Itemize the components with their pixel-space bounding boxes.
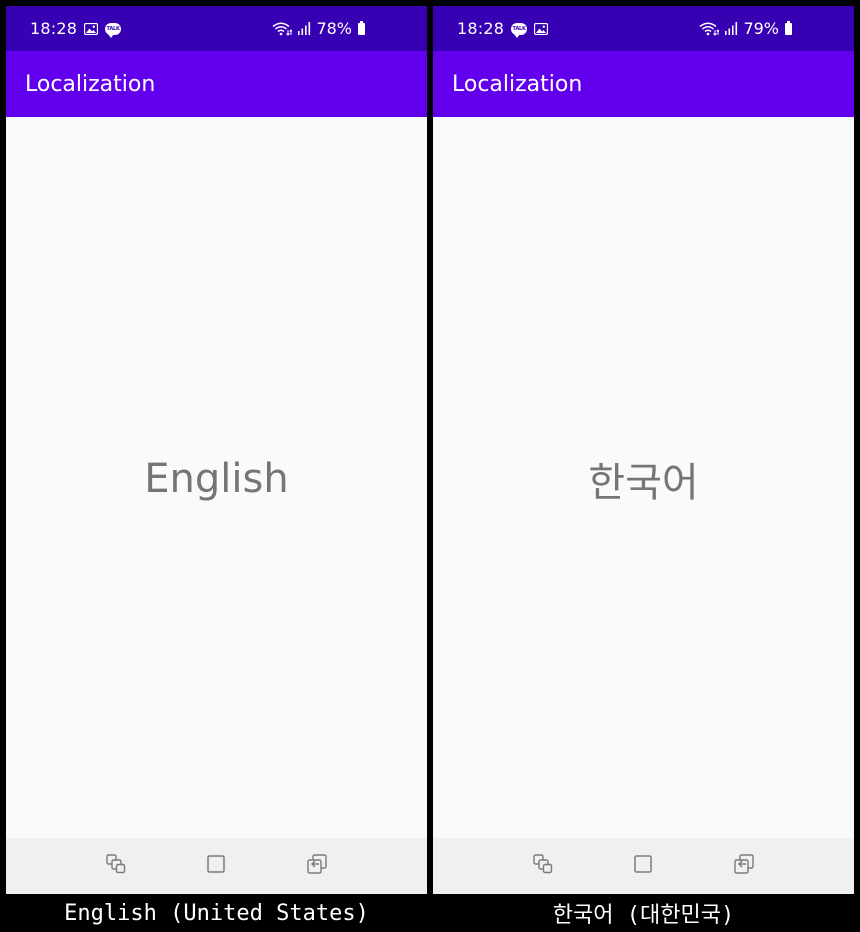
talk-label: TALK — [105, 22, 122, 38]
wifi-icon — [272, 22, 293, 36]
app-bar: Localization — [433, 51, 854, 117]
talk-icon: TALK — [105, 22, 122, 38]
talk-icon: TALK — [511, 22, 528, 38]
phone-screen-korean: 18:28 TALK 79% Localization 한국어 — [433, 6, 854, 894]
status-left-group: 18:28 TALK — [30, 6, 122, 51]
phone-screen-english: 18:28 TALK 78% Localization English — [6, 6, 427, 894]
home-icon — [633, 854, 653, 878]
recent-apps-icon — [532, 853, 554, 879]
app-bar-title: Localization — [25, 71, 156, 97]
language-text: 한국어 — [588, 459, 699, 506]
status-right-group: 78% — [272, 6, 365, 51]
battery-percent: 78% — [316, 19, 352, 38]
battery-icon — [358, 20, 365, 35]
caption-korean: 한국어 (대한민국) — [552, 903, 735, 928]
image-icon — [534, 22, 549, 35]
back-button[interactable] — [724, 846, 764, 886]
signal-icon — [724, 22, 738, 35]
status-time: 18:28 — [457, 19, 505, 38]
talk-label: TALK — [511, 22, 528, 38]
battery-percent: 79% — [743, 19, 779, 38]
status-right-group: 79% — [699, 6, 792, 51]
language-text: English — [144, 455, 289, 502]
back-button[interactable] — [297, 846, 337, 886]
back-icon — [733, 853, 755, 879]
status-time: 18:28 — [30, 19, 78, 38]
main-content: 한국어 — [433, 117, 854, 838]
recent-apps-icon — [105, 853, 127, 879]
status-bar: 18:28 TALK — [433, 6, 854, 51]
signal-icon — [297, 22, 311, 35]
navigation-bar — [6, 838, 427, 894]
wifi-icon — [699, 22, 720, 36]
navigation-bar — [433, 838, 854, 894]
home-button[interactable] — [196, 846, 236, 886]
app-bar-title: Localization — [452, 71, 583, 97]
image-icon — [84, 22, 99, 35]
app-bar: Localization — [6, 51, 427, 117]
status-bar: 18:28 TALK — [6, 6, 427, 51]
status-left-group: 18:28 TALK — [457, 6, 549, 51]
recent-apps-button[interactable] — [523, 846, 563, 886]
battery-icon — [785, 20, 792, 35]
home-button[interactable] — [623, 846, 663, 886]
home-icon — [206, 854, 226, 878]
recent-apps-button[interactable] — [96, 846, 136, 886]
caption-english: English (United States) — [64, 900, 369, 926]
back-icon — [306, 853, 328, 879]
main-content: English — [6, 117, 427, 838]
